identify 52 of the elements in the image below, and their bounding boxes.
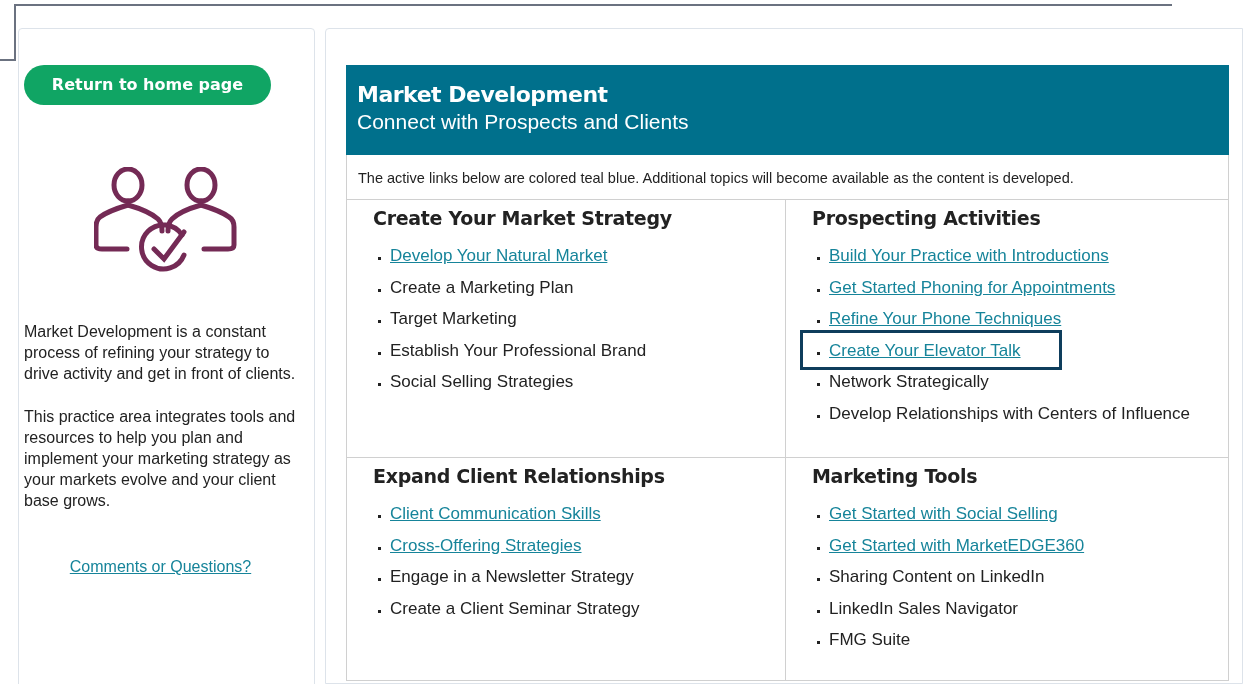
topic-link[interactable]: Refine Your Phone Techniques — [829, 306, 1062, 332]
bullet-icon — [817, 578, 820, 582]
bullet-icon — [817, 351, 820, 355]
bullet-icon — [817, 546, 820, 550]
topic-link[interactable]: Get Started with Social Selling — [829, 501, 1058, 527]
home-button[interactable]: Return to home page — [24, 65, 271, 105]
topic-text: Create a Marketing Plan — [390, 276, 574, 299]
topic-text: Develop Relationships with Centers of Influence — [829, 402, 1190, 425]
topic-link[interactable]: Client Communication Skills — [390, 501, 601, 527]
page-title: Market Development — [357, 81, 609, 109]
topic-link[interactable]: Develop Your Natural Market — [390, 243, 608, 269]
bullet-icon — [817, 641, 820, 645]
topic-text: Target Marketing — [390, 308, 517, 330]
bullet-icon — [817, 320, 820, 324]
topic-text: Establish Your Professional Brand — [390, 339, 647, 362]
topic-text: Network Strategically — [829, 371, 989, 393]
bullet-icon — [817, 515, 820, 519]
description-text: Market Development is a constant process of refining your strategy to drive activity and get in front of clients. — [24, 322, 297, 384]
people-check-icon — [93, 167, 240, 273]
bullet-icon — [378, 351, 381, 355]
section-heading: Prospecting Activities — [812, 206, 1041, 230]
comments-link[interactable]: Comments or Questions? — [69, 555, 264, 579]
topic-link[interactable]: Create Your Elevator Talk — [829, 337, 1021, 363]
bullet-icon — [378, 609, 381, 613]
topic-link[interactable]: Get Started with MarketEDGE360 — [829, 532, 1085, 558]
topic-text: Engage in a Newsletter Strategy — [390, 566, 634, 588]
bullet-icon — [817, 257, 820, 261]
bullet-icon — [817, 288, 820, 292]
topic-text: Social Selling Strategies — [390, 371, 574, 393]
bullet-icon — [378, 288, 381, 292]
bullet-icon — [817, 414, 820, 418]
topic-text: Sharing Content on LinkedIn — [829, 566, 1045, 588]
bullet-icon — [378, 383, 381, 387]
bullet-icon — [378, 320, 381, 324]
description-text: This practice area integrates tools and resources to help you plan and implement your marketing strategy as your markets evolve and your client base grows. — [24, 407, 297, 511]
topic-link[interactable]: Get Started Phoning for Appointments — [829, 274, 1116, 300]
section-heading: Create Your Market Strategy — [373, 206, 672, 230]
page-subtitle: Connect with Prospects and Clients — [357, 109, 690, 135]
bullet-icon — [378, 578, 381, 582]
topic-link[interactable]: Cross-Offering Strategies — [390, 532, 582, 558]
notice-text: The active links below are colored teal blue. Additional topics will become available as the content is developed. — [347, 155, 1228, 200]
bullet-icon — [817, 383, 820, 387]
bullet-icon — [378, 257, 381, 261]
topic-text: Create a Client Seminar Strategy — [390, 597, 640, 620]
topic-text: FMG Suite — [829, 629, 911, 651]
section-heading: Marketing Tools — [812, 464, 978, 488]
bullet-icon — [378, 515, 381, 519]
bullet-icon — [817, 609, 820, 613]
topic-link[interactable]: Build Your Practice with Introductions — [829, 243, 1109, 269]
section-heading: Expand Client Relationships — [373, 464, 665, 488]
topic-text: LinkedIn Sales Navigator — [829, 597, 1019, 620]
bullet-icon — [378, 546, 381, 550]
